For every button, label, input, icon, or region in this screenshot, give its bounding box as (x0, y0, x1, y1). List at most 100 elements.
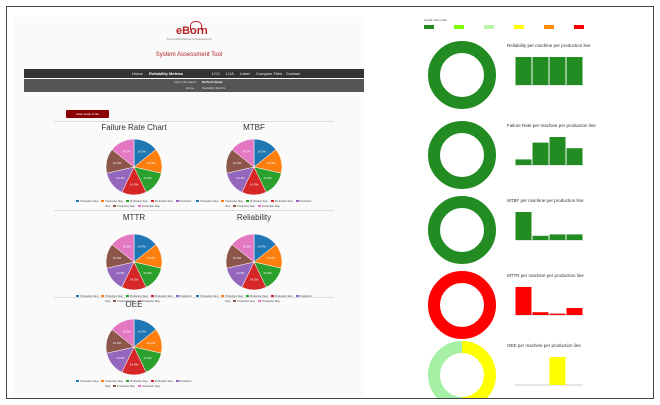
pie-slice-label: 14.3% (257, 244, 266, 248)
donut-chart (428, 271, 496, 339)
pie-chart: 14.3% 14.3% 14.3% 14.3% 14.3% 14.3% 14.3% (225, 233, 283, 291)
grade-color-swatch (484, 25, 494, 29)
donut-chart (428, 341, 496, 399)
bar[interactable] (532, 235, 549, 240)
pie-slice-label: 14.3% (233, 256, 242, 260)
grade-color-swatch (424, 25, 434, 29)
nav-item-reliability-metrics[interactable]: Reliability Metrics (149, 71, 183, 76)
nav-item-contact[interactable]: Contact (286, 71, 300, 76)
legend-item: Production Step (221, 200, 243, 203)
subnav-view-information[interactable]: View Information (174, 80, 196, 84)
subnav-perform-study[interactable]: Perform Study (202, 80, 223, 84)
legend-swatch (258, 205, 262, 207)
donut-chart (428, 196, 496, 264)
logo-subtitle: Smart Manufacturing Assessment (166, 37, 212, 41)
pie-slice-label: 14.3% (143, 356, 152, 360)
bar[interactable] (549, 234, 566, 240)
donut-segment[interactable] (428, 341, 463, 399)
app-title: System Assessment Tool (155, 52, 223, 58)
assessment-tool-page: eBorn Smart Manufacturing Assessment Sys… (14, 17, 364, 397)
legend-swatch (295, 200, 299, 202)
bar[interactable] (549, 137, 566, 165)
bar[interactable] (532, 312, 549, 315)
donut-segment[interactable] (428, 41, 496, 109)
metrics-dashboard: Grade color code Reliability per machine… (412, 15, 652, 398)
legend-item: Production Step (258, 205, 280, 208)
bar[interactable] (549, 313, 566, 315)
bar-chart-title: Reliability per machine per production l… (507, 43, 591, 48)
legend-swatch (101, 380, 105, 382)
nav-item-home[interactable]: Home (132, 71, 143, 76)
legend-item: Production Step (196, 200, 218, 203)
legend-item: Production Step (126, 380, 148, 383)
pie-chart: 14.3% 14.3% 14.3% 14.3% 14.3% 14.3% 14.3% (225, 138, 283, 196)
bar[interactable] (549, 57, 566, 85)
legend-label: Production Step (225, 200, 244, 203)
legend-swatch (138, 205, 142, 207)
donut-segment[interactable] (428, 196, 496, 264)
grade-color-swatch (514, 25, 524, 29)
pie-title: MTTR (122, 213, 146, 222)
save-study-button[interactable]: Save study to file (66, 110, 109, 118)
nav-item-lca[interactable]: LCA (226, 71, 234, 76)
bar[interactable] (566, 234, 583, 240)
legend-swatch (233, 205, 237, 207)
nav-item-label[interactable]: Label (240, 71, 250, 76)
pie-slice-label: 14.3% (147, 161, 156, 165)
pie-slice-label: 14.3% (130, 182, 139, 186)
pie-title: OEE (125, 300, 143, 309)
legend-label: Production Step (154, 380, 173, 383)
donut-segment[interactable] (428, 121, 496, 189)
bar[interactable] (566, 308, 583, 315)
legend-item: Production Step (101, 380, 123, 383)
pie-slice-label: 14.3% (143, 176, 152, 180)
grade-legend-label: Grade color code (424, 18, 448, 22)
legend-swatch (221, 200, 225, 202)
pie-slice-label: 14.3% (113, 161, 122, 165)
donut-segment[interactable] (461, 341, 496, 399)
legend-item: Production Step (101, 200, 123, 203)
legend-label: Production Step (130, 200, 148, 203)
legend-label: Production Step (80, 380, 99, 383)
legend-item: Production Step (76, 200, 98, 203)
breadcrumb-home[interactable]: Home (186, 86, 194, 90)
nav-item-compare-files[interactable]: Compare Files (256, 71, 282, 76)
bar[interactable] (515, 212, 532, 240)
legend-item: Production Step (126, 200, 148, 203)
bar[interactable] (515, 57, 532, 85)
pie-slice-label: 14.3% (122, 244, 131, 248)
grade-color-swatch (574, 25, 584, 29)
legend-item: Production Step (138, 385, 160, 388)
pie-slice-label: 14.3% (113, 256, 122, 260)
legend-swatch (150, 380, 154, 382)
pie-slice-label: 14.3% (267, 256, 276, 260)
pie-slice-label: 14.3% (130, 362, 139, 366)
grade-color-swatch (454, 25, 464, 29)
legend-label: Production Step (117, 385, 136, 388)
bar-chart-title: MTTR per machine per production line (507, 273, 584, 278)
nav-item-lcc[interactable]: LCC (212, 71, 220, 76)
bar[interactable] (549, 357, 566, 385)
pie-slice-label: 14.3% (116, 176, 125, 180)
pie-legend: Production Step Production Step Production… (194, 199, 314, 209)
logo: eBorn (176, 25, 208, 37)
bar[interactable] (566, 148, 583, 165)
bar-chart-title: MTBF per machine per production line (507, 198, 584, 203)
pie-slice-label: 14.3% (137, 244, 146, 248)
bar[interactable] (515, 287, 532, 315)
legend-label: Production Step (105, 380, 124, 383)
legend-label: Production Step (154, 200, 173, 203)
bar[interactable] (566, 57, 583, 85)
donut-segment[interactable] (428, 271, 496, 339)
bar-chart (515, 57, 583, 86)
pie-slice-label: 14.3% (122, 329, 131, 333)
legend-item: Production Step (76, 380, 98, 383)
legend-item: Production Step (113, 385, 135, 388)
pie-legend: Production StepProduction StepProduction… (194, 294, 314, 304)
bar[interactable] (532, 57, 549, 85)
legend-item: Production Step (258, 300, 280, 303)
legend-swatch (76, 380, 80, 382)
legend-item: Production Step (270, 200, 293, 203)
bar[interactable] (532, 142, 549, 165)
bar[interactable] (515, 159, 532, 165)
